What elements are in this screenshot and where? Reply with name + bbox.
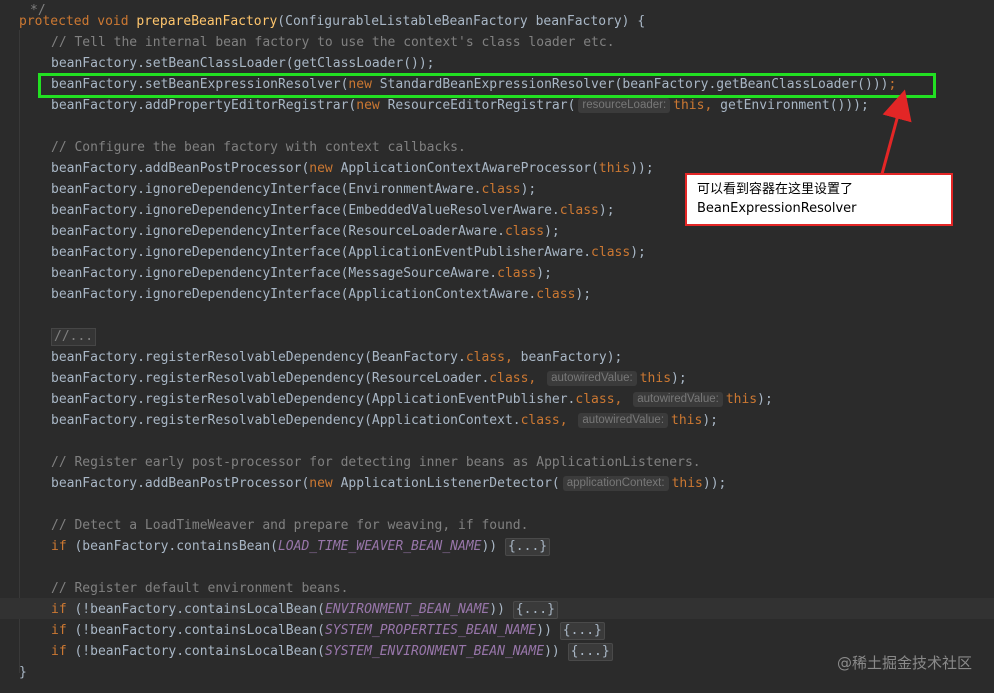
annotation-callout: 可以看到容器在这里设置了 BeanExpressionResolver — [685, 173, 953, 226]
annotation-line-2: BeanExpressionResolver — [697, 201, 857, 216]
watermark: @稀土掘金技术社区 — [836, 654, 972, 672]
red-arrow — [880, 89, 912, 175]
annotation-line-1: 可以看到容器在这里设置了 — [697, 182, 854, 197]
